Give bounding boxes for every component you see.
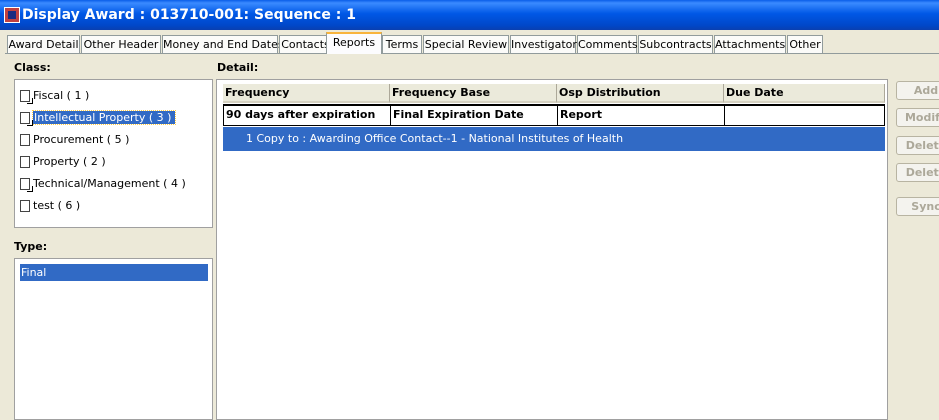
table-cell-frequency[interactable]: 90 days after expiration [223, 104, 390, 126]
delete-all-button[interactable]: Delete All [896, 163, 939, 182]
table-cell-frequency-base[interactable]: Final Expiration Date [390, 104, 557, 126]
class-item-fiscal[interactable]: Fiscal ( 1 ) [20, 87, 89, 105]
column-header-osp-distribution[interactable]: Osp Distribution [557, 84, 724, 103]
modify-button[interactable]: Modify [896, 108, 939, 127]
document-marked-icon [20, 112, 33, 126]
class-item-technical-management[interactable]: Technical/Management ( 4 ) [20, 175, 186, 193]
tab-comments[interactable]: Comments [577, 35, 638, 53]
column-header-due-date[interactable]: Due Date [724, 84, 885, 103]
table-cell-due-date[interactable] [724, 104, 885, 126]
add-button[interactable]: Add [896, 81, 939, 100]
tab-subcontracts[interactable]: Subcontracts [638, 35, 713, 53]
document-marked-icon [20, 178, 33, 192]
class-label: Class: [14, 61, 51, 74]
detail-label: Detail: [217, 61, 259, 74]
sync-button[interactable]: Sync [896, 197, 939, 216]
tab-special-review[interactable]: Special Review [423, 35, 509, 53]
delete-button[interactable]: Delete [896, 136, 939, 155]
tab-terms[interactable]: Terms [382, 35, 422, 53]
tab-contacts[interactable]: Contacts [279, 35, 332, 53]
window-title: Display Award : 013710-001: Sequence : 1 [22, 7, 356, 23]
detail-table[interactable]: Frequency Frequency Base Osp Distributio… [216, 79, 888, 420]
table-cell-osp-distribution[interactable]: Report [557, 104, 724, 126]
tab-attachments[interactable]: Attachments [714, 35, 786, 53]
class-item-intellectual-property[interactable]: Intellectual Property ( 3 ) [20, 109, 177, 127]
document-icon [20, 134, 30, 146]
document-icon [20, 156, 30, 168]
tab-investigator[interactable]: Investigator [510, 35, 577, 53]
tab-reports[interactable]: Reports [326, 32, 382, 54]
type-label: Type: [14, 240, 48, 253]
tab-award-detail[interactable]: Award Detail [7, 35, 80, 53]
type-list[interactable]: Final [14, 258, 213, 420]
distribution-row[interactable]: 1 Copy to : Awarding Office Contact--1 -… [223, 127, 885, 151]
tab-other[interactable]: Other [787, 35, 823, 53]
column-header-frequency[interactable]: Frequency [223, 84, 390, 103]
document-icon [20, 200, 30, 212]
tab-money-end-dates[interactable]: Money and End Dates [162, 35, 284, 53]
class-item-procurement[interactable]: Procurement ( 5 ) [20, 131, 129, 149]
class-item-property[interactable]: Property ( 2 ) [20, 153, 106, 171]
class-item-test[interactable]: test ( 6 ) [20, 197, 80, 215]
column-header-frequency-base[interactable]: Frequency Base [390, 84, 557, 103]
tab-divider [5, 53, 939, 54]
document-marked-icon [20, 90, 33, 104]
application-icon[interactable] [4, 7, 20, 23]
type-item-final[interactable]: Final [20, 264, 208, 281]
title-bar[interactable]: Display Award : 013710-001: Sequence : 1 [0, 0, 939, 30]
tab-other-header[interactable]: Other Header [81, 35, 161, 53]
class-list[interactable]: Fiscal ( 1 ) Intellectual Property ( 3 )… [14, 79, 213, 228]
